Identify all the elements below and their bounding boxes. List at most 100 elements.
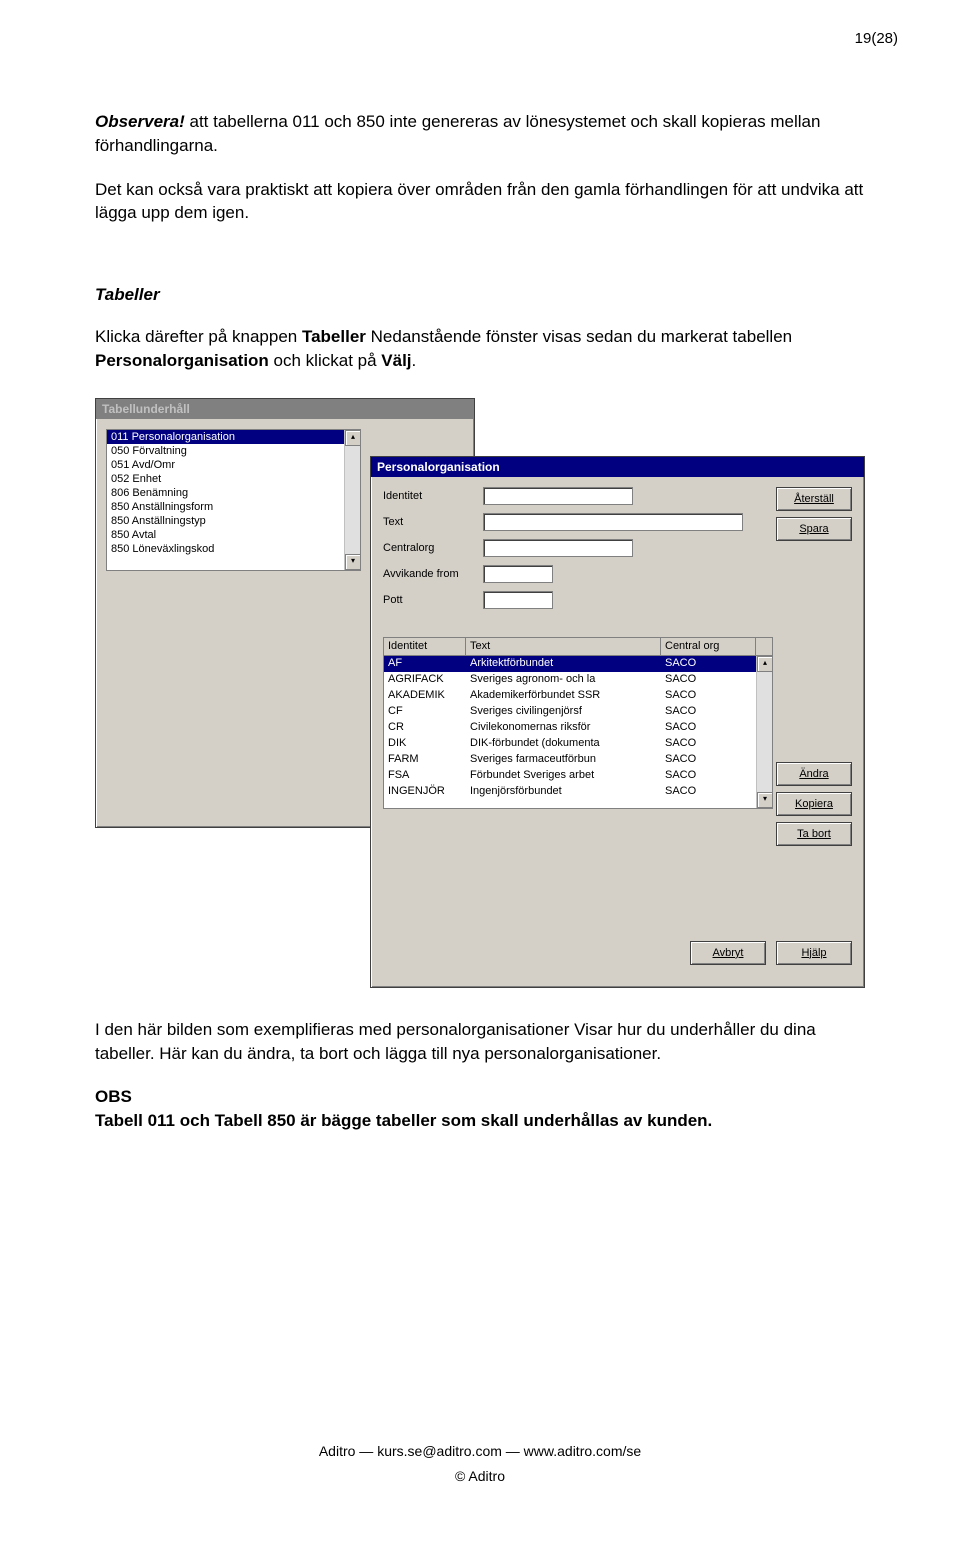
section-heading-tabeller: Tabeller (95, 285, 875, 305)
button-column-top: Återställ Spara (776, 487, 852, 547)
sp-b2: Personalorganisation (95, 351, 269, 370)
table-cell: FSA (384, 768, 466, 784)
table-row[interactable]: CRCivilekonomernas riksförSACO (384, 720, 772, 736)
table-cell: SACO (661, 784, 756, 800)
avbryt-button[interactable]: Avbryt (690, 941, 766, 965)
list-item[interactable]: 850 Anställningsform (107, 500, 360, 514)
page-number: 19(28) (855, 30, 898, 47)
table-cell: SACO (661, 720, 756, 736)
hjalp-button[interactable]: Hjälp (776, 941, 852, 965)
footer-line1: Aditro — kurs.se@aditro.com — www.aditro… (0, 1439, 960, 1464)
scroll-up-icon[interactable]: ▴ (345, 430, 361, 446)
col-identitet: Identitet (384, 638, 466, 655)
table-cell: Civilekonomernas riksför (466, 720, 661, 736)
table-cell: Förbundet Sveriges arbet (466, 768, 661, 784)
obs-label: OBS (95, 1087, 132, 1106)
table-cell: Sveriges agronom- och la (466, 672, 661, 688)
window-personalorganisation: Personalorganisation Identitet Text Cent… (370, 456, 865, 988)
data-grid[interactable]: Identitet Text Central org AFArkitektför… (383, 637, 773, 809)
table-cell: SACO (661, 768, 756, 784)
table-cell: DIK (384, 736, 466, 752)
titlebar-tabellunderhall: Tabellunderhåll (96, 399, 474, 419)
list-item[interactable]: 051 Avd/Omr (107, 458, 360, 472)
andra-button[interactable]: Ändra (776, 762, 852, 786)
table-row[interactable]: FARMSveriges farmaceutförbunSACO (384, 752, 772, 768)
table-cell: SACO (661, 672, 756, 688)
after-paragraph-1: I den här bilden som exemplifieras med p… (95, 1018, 875, 1066)
input-centralorg[interactable] (483, 539, 633, 557)
sp-b3: Välj (381, 351, 411, 370)
table-cell: INGENJÖR (384, 784, 466, 800)
grid-header: Identitet Text Central org (384, 638, 772, 656)
titlebar-personalorganisation: Personalorganisation (371, 457, 864, 477)
list-item[interactable]: 850 Löneväxlingskod (107, 542, 360, 556)
intro-paragraph-2: Det kan också vara praktiskt att kopiera… (95, 178, 875, 226)
button-row-bottom: Avbryt Hjälp (690, 941, 852, 971)
label-centralorg: Centralorg (383, 542, 483, 554)
table-cell: DIK-förbundet (dokumenta (466, 736, 661, 752)
list-item[interactable]: 806 Benämning (107, 486, 360, 500)
table-row[interactable]: AFArkitektförbundetSACO (384, 656, 772, 672)
table-cell: Sveriges farmaceutförbun (466, 752, 661, 768)
table-cell: AGRIFACK (384, 672, 466, 688)
intro-p1-text: att tabellerna 011 och 850 inte generera… (95, 112, 820, 155)
tabort-button[interactable]: Ta bort (776, 822, 852, 846)
spara-button[interactable]: Spara (776, 517, 852, 541)
table-listbox[interactable]: 011 Personalorganisation 050 Förvaltning… (106, 429, 361, 571)
label-avvikande-from: Avvikande from (383, 568, 483, 580)
table-row[interactable]: AKADEMIKAkademikerförbundet SSRSACO (384, 688, 772, 704)
sp-t2: Nedanstående fönster visas sedan du mark… (366, 327, 792, 346)
scroll-down-icon[interactable]: ▾ (345, 554, 361, 570)
aterstall-button[interactable]: Återställ (776, 487, 852, 511)
table-row[interactable]: CFSveriges civilingenjörsfSACO (384, 704, 772, 720)
col-centralorg: Central org (661, 638, 756, 655)
sp-t3: och klickat på (269, 351, 381, 370)
table-cell: Ingenjörsförbundet (466, 784, 661, 800)
list-item[interactable]: 050 Förvaltning (107, 444, 360, 458)
obs-text: Tabell 011 och Tabell 850 är bägge tabel… (95, 1111, 712, 1130)
form-area: Identitet Text Centralorg Avvikande from… (383, 487, 768, 617)
screenshot-container: Tabellunderhåll 011 Personalorganisation… (95, 398, 865, 988)
scrollbar-vertical[interactable]: ▴ ▾ (344, 430, 360, 570)
table-cell: FARM (384, 752, 466, 768)
col-text: Text (466, 638, 661, 655)
input-pott[interactable] (483, 591, 553, 609)
table-cell: SACO (661, 656, 756, 672)
scrollbar-vertical[interactable]: ▴ ▾ (756, 656, 772, 808)
list-item[interactable]: 850 Avtal (107, 528, 360, 542)
table-row[interactable]: DIKDIK-förbundet (dokumentaSACO (384, 736, 772, 752)
table-cell: AKADEMIK (384, 688, 466, 704)
label-text: Text (383, 516, 483, 528)
table-cell: CR (384, 720, 466, 736)
button-column-mid: Ändra Kopiera Ta bort (776, 762, 852, 852)
table-cell: CF (384, 704, 466, 720)
table-cell: SACO (661, 704, 756, 720)
table-cell: AF (384, 656, 466, 672)
footer-line2: © Aditro (0, 1464, 960, 1489)
sp-b1: Tabeller (302, 327, 366, 346)
observera-label: Observera! (95, 112, 185, 131)
table-cell: Arkitektförbundet (466, 656, 661, 672)
table-cell: Sveriges civilingenjörsf (466, 704, 661, 720)
input-text[interactable] (483, 513, 743, 531)
page-footer: Aditro — kurs.se@aditro.com — www.aditro… (0, 1439, 960, 1489)
table-cell: Akademikerförbundet SSR (466, 688, 661, 704)
table-cell: SACO (661, 688, 756, 704)
input-identitet[interactable] (483, 487, 633, 505)
list-item[interactable]: 052 Enhet (107, 472, 360, 486)
kopiera-button[interactable]: Kopiera (776, 792, 852, 816)
scroll-up-icon[interactable]: ▴ (757, 656, 773, 672)
table-row[interactable]: FSAFörbundet Sveriges arbetSACO (384, 768, 772, 784)
obs-paragraph: OBS Tabell 011 och Tabell 850 är bägge t… (95, 1085, 875, 1133)
input-avvikande-from[interactable] (483, 565, 553, 583)
table-row[interactable]: AGRIFACKSveriges agronom- och laSACO (384, 672, 772, 688)
scroll-down-icon[interactable]: ▾ (757, 792, 773, 808)
sp-t1: Klicka därefter på knappen (95, 327, 302, 346)
list-item[interactable]: 011 Personalorganisation (107, 430, 360, 444)
list-item[interactable]: 850 Anställningstyp (107, 514, 360, 528)
label-pott: Pott (383, 594, 483, 606)
section-paragraph: Klicka därefter på knappen Tabeller Neda… (95, 325, 875, 373)
table-row[interactable]: INGENJÖRIngenjörsförbundetSACO (384, 784, 772, 800)
sp-t4: . (412, 351, 417, 370)
intro-paragraph-1: Observera! att tabellerna 011 och 850 in… (95, 110, 875, 158)
